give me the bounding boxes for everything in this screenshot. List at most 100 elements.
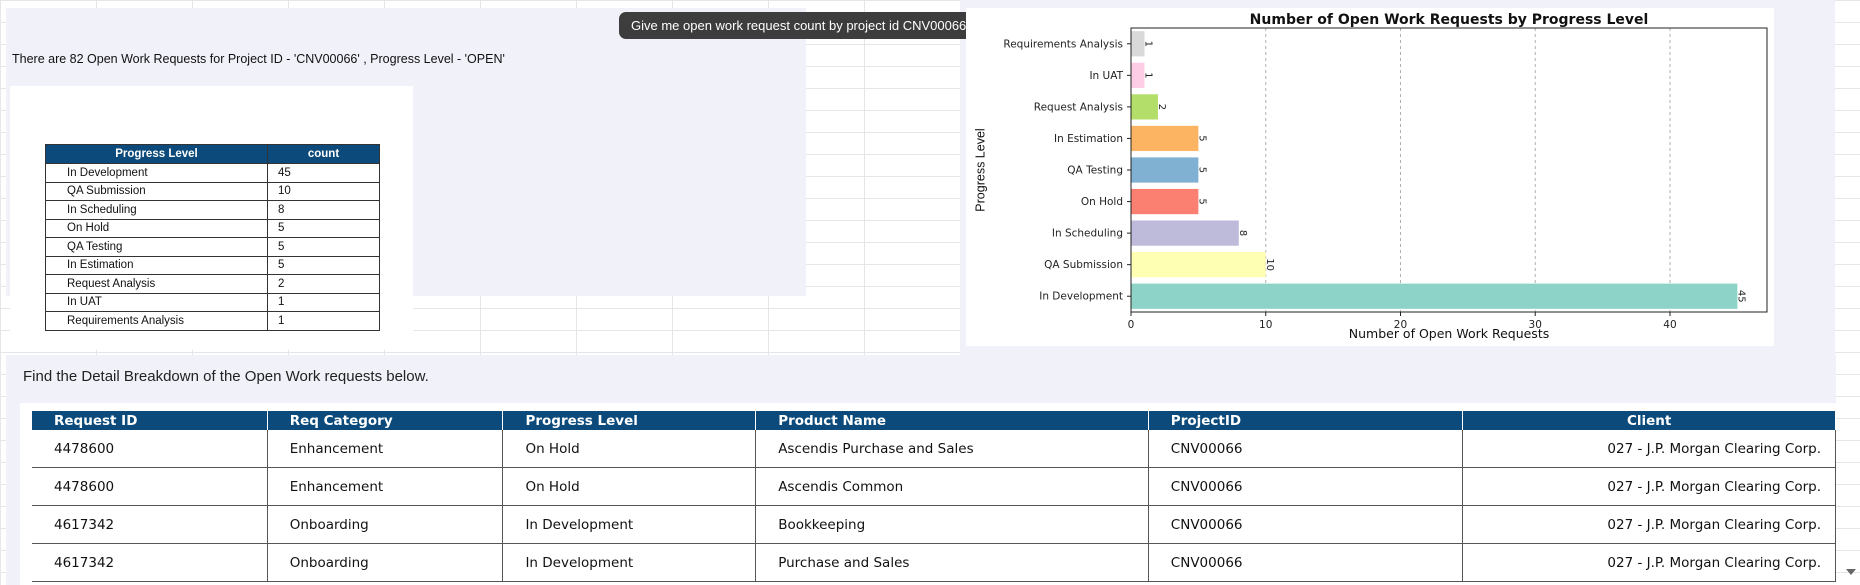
progress-level-count-table: Progress Level count In Development 45 QA … [45,144,380,331]
count-cell: 1 [267,292,380,312]
project-id-cell: CNV00066 [1148,543,1464,582]
bar-data-label: 8 [1237,230,1248,236]
count-cell: 1 [267,311,380,331]
client-cell: 027 - J.P. Morgan Clearing Corp. [1462,467,1836,506]
req-category-cell: Enhancement [267,467,504,506]
product-name-cell: Purchase and Sales [755,543,1149,582]
detail-header-row: Request ID Req Category Progress Level P… [32,411,1836,430]
column-header-project-id: ProjectID [1148,411,1464,430]
count-cell: 5 [267,237,380,257]
progress-level-cell: On Hold [502,467,757,506]
detail-table-panel: Request ID Req Category Progress Level P… [20,403,1836,585]
table-row: In Development 45 [45,163,380,183]
request-id-cell: 4617342 [32,543,268,582]
count-cell: 5 [267,218,380,238]
bar [1131,31,1145,57]
column-header-count: count [267,144,380,164]
progress-level-cell: In Development [502,543,757,582]
y-tick-label: QA Submission [1044,259,1123,271]
table-row: QA Testing 5 [45,237,380,257]
bar [1131,157,1199,183]
product-name-cell: Ascendis Common [755,467,1149,506]
progress-level-cell: On Hold [502,430,757,468]
bar-data-label: 5 [1196,198,1207,204]
table-row: On Hold 5 [45,218,380,238]
column-header-progress-level: Progress Level [502,411,757,430]
project-id-cell: CNV00066 [1148,505,1464,544]
bar-data-label: 1 [1142,41,1153,47]
progress-level-table-panel: Progress Level count In Development 45 QA … [10,86,413,350]
request-id-cell: 4617342 [32,505,268,544]
bar-data-label: 1 [1142,72,1153,78]
table-row: 4478600 Enhancement On Hold Ascendis Common… [32,467,1836,506]
table-row: QA Submission 10 [45,181,380,201]
progress-level-cell: Requirements Analysis [45,311,268,331]
progress-level-cell: In Development [45,163,268,183]
bar-data-label: 5 [1196,135,1207,141]
bar-data-label: 2 [1156,104,1167,110]
column-header-progress-level: Progress Level [45,144,268,164]
bar [1131,62,1145,88]
count-cell: 10 [267,181,380,201]
client-cell: 027 - J.P. Morgan Clearing Corp. [1462,430,1836,468]
table-row: 4617342 Onboarding In Development Purchase … [32,543,1836,582]
y-tick-label: QA Testing [1067,165,1123,177]
progress-level-cell: On Hold [45,218,268,238]
client-cell: 027 - J.P. Morgan Clearing Corp. [1462,505,1836,544]
progress-level-cell: In Estimation [45,255,268,275]
y-tick-label: In Estimation [1054,133,1123,145]
bar [1131,283,1738,309]
count-cell: 45 [267,163,380,183]
progress-level-bar-chart: In Development 45 QA Submission 10 In Schedu… [966,8,1774,346]
req-category-cell: Enhancement [267,430,504,468]
column-header-req-category: Req Category [267,411,504,430]
y-tick-label: Requirements Analysis [1003,38,1123,50]
progress-level-cell: QA Testing [45,237,268,257]
product-name-cell: Bookkeeping [755,505,1149,544]
bar [1131,125,1199,152]
table-row: In Estimation 5 [45,255,380,275]
product-name-cell: Ascendis Purchase and Sales [755,430,1149,468]
table-row: 4617342 Onboarding In Development Bookkeepi… [32,505,1836,544]
progress-level-cell: In Development [502,505,757,544]
count-cell: 8 [267,200,380,220]
count-cell: 5 [267,255,380,275]
bar-chart-svg: In Development 45QA Submission 10In Schedu… [973,12,1768,341]
user-query-bubble: Give me open work request count by proje… [619,12,979,39]
request-id-cell: 4478600 [32,467,268,506]
progress-level-cell: QA Submission [45,181,268,201]
y-tick-label: In UAT [1089,70,1123,82]
table-header-row: Progress Level count [45,144,380,164]
bar-data-label: 45 [1735,290,1746,303]
column-header-request-id: Request ID [32,411,268,430]
column-header-client: Client [1462,411,1836,430]
bar-data-label: 5 [1196,167,1207,173]
x-tick-label: 10 [1259,319,1272,331]
open-work-requests-detail-table: Request ID Req Category Progress Level P… [32,411,1836,582]
chart-title: Number of Open Work Requests by Progress… [1250,12,1649,28]
req-category-cell: Onboarding [267,543,504,582]
bar [1131,252,1266,278]
project-id-cell: CNV00066 [1148,467,1464,506]
table-row: Requirements Analysis 1 [45,311,380,331]
x-tick-label: 0 [1128,319,1135,331]
detail-breakdown-heading: Find the Detail Breakdown of the Open Wo… [23,368,429,385]
y-tick-label: In Development [1039,291,1123,303]
y-tick-label: In Scheduling [1052,228,1123,240]
table-row: 4478600 Enhancement On Hold Ascendis Purcha… [32,430,1836,468]
column-header-product-name: Product Name [755,411,1149,430]
bar [1131,94,1158,120]
summary-text: There are 82 Open Work Requests for Proj… [12,52,505,66]
client-cell: 027 - J.P. Morgan Clearing Corp. [1462,543,1836,582]
scroll-down-arrow-icon[interactable] [1846,569,1856,575]
progress-level-cell: In UAT [45,292,268,312]
table-row: Request Analysis 2 [45,274,380,294]
table-row: In UAT 1 [45,292,380,312]
bar [1131,220,1239,246]
y-tick-label: Request Analysis [1034,101,1123,113]
bar-data-label: 10 [1264,258,1275,271]
x-axis-label: Number of Open Work Requests [1349,326,1549,341]
y-tick-label: On Hold [1081,196,1123,208]
x-tick-label: 40 [1663,319,1676,331]
progress-level-cell: Request Analysis [45,274,268,294]
